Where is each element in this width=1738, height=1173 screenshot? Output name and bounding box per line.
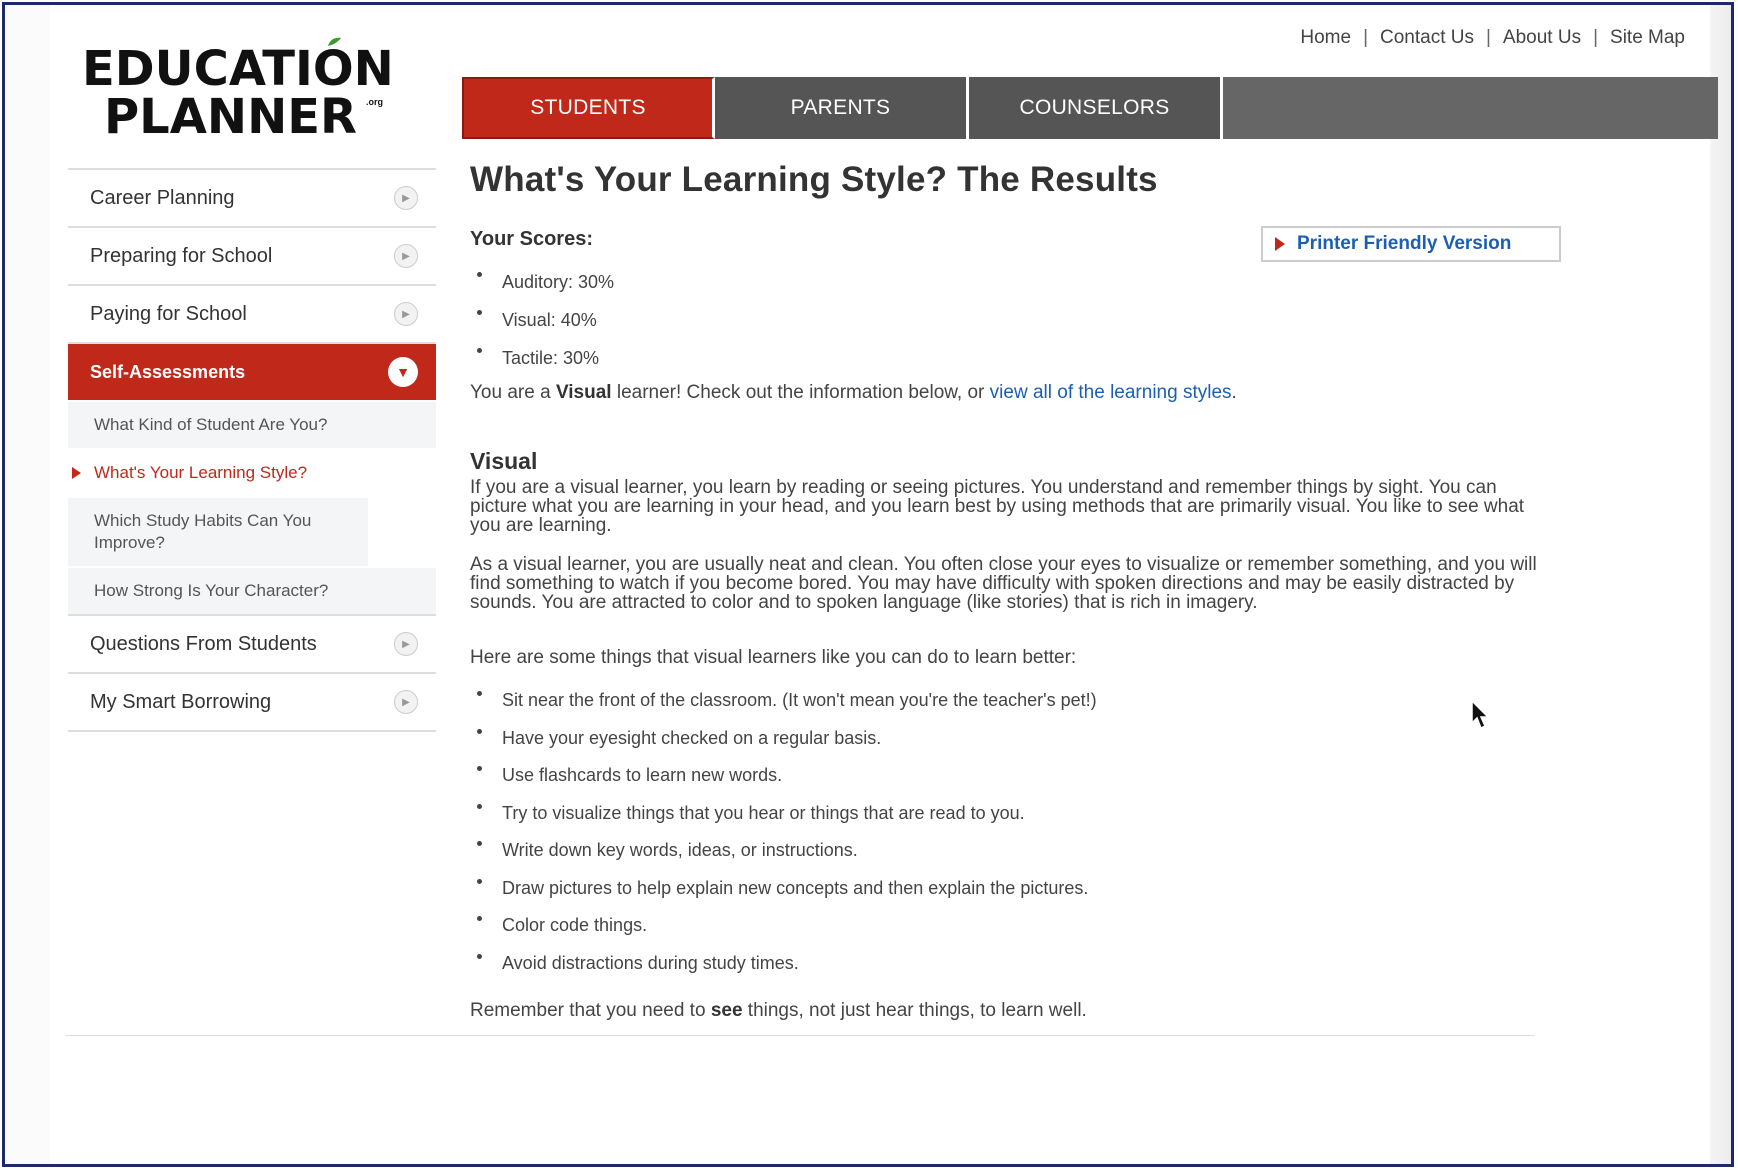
view-all-styles-link[interactable]: view all of the learning styles bbox=[990, 382, 1232, 403]
printer-friendly-button[interactable]: Printer Friendly Version bbox=[1261, 226, 1561, 262]
utility-nav: Home | Contact Us | About Us | Site Map bbox=[1300, 27, 1685, 49]
list-item: Try to visualize things that you hear or… bbox=[470, 795, 1097, 833]
apple-leaf-icon bbox=[328, 37, 341, 46]
mouse-cursor-icon bbox=[1471, 699, 1490, 730]
sub-item-character[interactable]: How Strong Is Your Character? bbox=[68, 566, 436, 615]
learner-result: You are a Visual learner! Check out the … bbox=[470, 382, 1237, 404]
play-arrow-icon bbox=[1275, 237, 1285, 251]
sub-item-label: What's Your Learning Style? bbox=[94, 463, 308, 483]
separator: | bbox=[1363, 27, 1368, 48]
section-title: Visual bbox=[470, 448, 538, 474]
screenshot-frame: EDUCATION PLANNER .org Home | Contact Us… bbox=[2, 2, 1734, 1167]
tab-students[interactable]: STUDENTS bbox=[462, 77, 715, 139]
list-item: Draw pictures to help explain new concep… bbox=[470, 870, 1097, 908]
logo-line1: EDUCATION bbox=[82, 41, 394, 97]
top-link-about[interactable]: About Us bbox=[1503, 27, 1581, 49]
remember-note: Remember that you need to see things, no… bbox=[470, 1000, 1087, 1022]
site-logo[interactable]: EDUCATION PLANNER .org bbox=[82, 37, 422, 145]
sub-item-study-habits[interactable]: Which Study Habits Can You Improve? bbox=[68, 496, 368, 567]
remember-bold: see bbox=[710, 1000, 743, 1021]
footer-rule bbox=[65, 1035, 1535, 1036]
list-item: Sit near the front of the classroom. (It… bbox=[470, 682, 1097, 720]
learner-prefix: You are a bbox=[470, 382, 556, 403]
sub-item-learning-style[interactable]: What's Your Learning Style? bbox=[68, 448, 436, 497]
sidebar-nav: Career Planning ▶ Preparing for School ▶… bbox=[68, 168, 436, 733]
list-item: Write down key words, ideas, or instruct… bbox=[470, 832, 1097, 870]
sidebar-item-label: Self-Assessments bbox=[90, 361, 246, 382]
visual-description: If you are a visual learner, you learn b… bbox=[470, 477, 1525, 536]
sidebar-item-label: Career Planning bbox=[90, 186, 235, 209]
chevron-right-icon: ▶ bbox=[394, 186, 418, 210]
visual-traits: As a visual learner, you are usually nea… bbox=[470, 554, 1537, 613]
chevron-down-icon: ▼ bbox=[388, 357, 418, 387]
sidebar-item-self-assessments[interactable]: Self-Assessments ▼ bbox=[68, 342, 436, 400]
chevron-right-icon: ▶ bbox=[394, 302, 418, 326]
sidebar-item-career-planning[interactable]: Career Planning ▶ bbox=[68, 168, 436, 226]
sidebar-item-questions[interactable]: Questions From Students ▶ bbox=[68, 614, 436, 673]
logo-tag: .org bbox=[366, 97, 383, 107]
sidebar-item-label: Preparing for School bbox=[90, 244, 273, 267]
scores-list: Auditory: 30% Visual: 40% Tactile: 30% bbox=[470, 263, 614, 377]
page-title: What's Your Learning Style? The Results bbox=[470, 160, 1158, 199]
list-item: Use flashcards to learn new words. bbox=[470, 757, 1097, 795]
remember-prefix: Remember that you need to bbox=[470, 1000, 711, 1021]
list-item: Have your eyesight checked on a regular … bbox=[470, 720, 1097, 758]
top-link-home[interactable]: Home bbox=[1300, 27, 1351, 49]
learner-middle: learner! Check out the information below… bbox=[611, 382, 990, 403]
sidebar-item-paying[interactable]: Paying for School ▶ bbox=[68, 284, 436, 342]
remember-suffix: things, not just hear things, to learn w… bbox=[742, 1000, 1087, 1021]
sidebar-bottom-rule bbox=[68, 730, 436, 733]
separator: | bbox=[1593, 27, 1599, 48]
tab-parents[interactable]: PARENTS bbox=[715, 77, 969, 139]
list-item: Color code things. bbox=[470, 907, 1097, 945]
tips-intro: Here are some things that visual learner… bbox=[470, 647, 1077, 668]
sidebar-item-smart-borrowing[interactable]: My Smart Borrowing ▶ bbox=[68, 672, 436, 731]
printer-friendly-label: Printer Friendly Version bbox=[1297, 233, 1512, 254]
tab-bar-filler bbox=[1223, 77, 1718, 139]
chevron-right-icon: ▶ bbox=[394, 690, 418, 715]
sidebar-item-label: My Smart Borrowing bbox=[90, 690, 272, 713]
tab-counselors[interactable]: COUNSELORS bbox=[969, 77, 1223, 139]
learner-suffix: . bbox=[1231, 382, 1237, 403]
score-tactile: Tactile: 30% bbox=[470, 339, 614, 377]
score-visual: Visual: 40% bbox=[470, 301, 614, 339]
page: EDUCATION PLANNER .org Home | Contact Us… bbox=[50, 5, 1718, 1164]
learner-type: Visual bbox=[555, 382, 612, 403]
sidebar-item-label: Paying for School bbox=[90, 302, 247, 325]
top-link-contact[interactable]: Contact Us bbox=[1380, 27, 1474, 49]
sidebar-item-preparing[interactable]: Preparing for School ▶ bbox=[68, 226, 436, 284]
audience-tabs: STUDENTS PARENTS COUNSELORS bbox=[462, 77, 1718, 139]
current-marker-icon bbox=[72, 467, 81, 480]
main-content: What's Your Learning Style? The Results … bbox=[470, 160, 1710, 1021]
sub-item-student-type[interactable]: What Kind of Student Are You? bbox=[68, 400, 436, 449]
chevron-right-icon: ▶ bbox=[394, 632, 418, 657]
scores-label: Your Scores: bbox=[470, 228, 593, 250]
list-item: Avoid distractions during study times. bbox=[470, 945, 1097, 983]
tips-list: Sit near the front of the classroom. (It… bbox=[470, 682, 1097, 982]
chevron-right-icon: ▶ bbox=[394, 244, 418, 268]
top-link-sitemap[interactable]: Site Map bbox=[1610, 27, 1685, 49]
logo-line2: PLANNER bbox=[104, 89, 358, 145]
sidebar-item-label: Questions From Students bbox=[90, 632, 317, 655]
score-auditory: Auditory: 30% bbox=[470, 263, 614, 301]
separator: | bbox=[1485, 27, 1491, 48]
